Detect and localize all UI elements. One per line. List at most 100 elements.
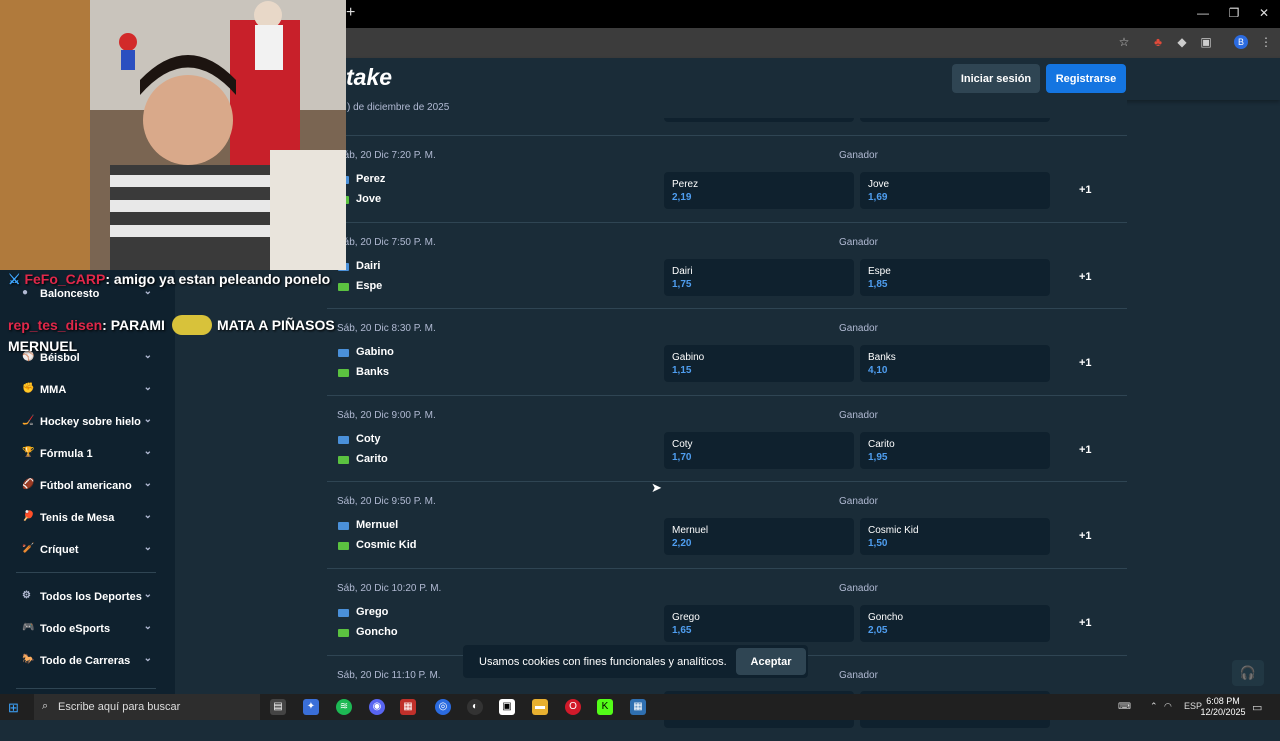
more-markets-button[interactable]: +1 [1079,271,1092,283]
team-name[interactable]: Goncho [356,626,398,638]
sidebar-item[interactable]: ✊ MMA ⌄ [16,381,156,399]
odds-selection: Mernuel [672,525,709,536]
windows-start-icon[interactable]: ⊞ [8,700,24,716]
more-markets-button[interactable]: +1 [1079,617,1092,629]
team-name[interactable]: Grego [356,606,388,618]
team-name[interactable]: Banks [356,366,389,378]
accept-cookies-button[interactable]: Aceptar [736,648,806,675]
sports-icon: ⚙ [22,590,31,601]
odds-button[interactable]: Grego 1,65 [664,605,854,642]
task-view-icon[interactable]: ▤ [270,699,286,715]
more-markets-button[interactable]: +1 [1079,357,1092,369]
tray-chevron-icon[interactable]: ⌃ [1150,701,1158,712]
restore-button[interactable]: ❐ [1224,6,1244,20]
more-markets-button[interactable]: +1 [1079,184,1092,196]
odds-button-partial[interactable] [664,118,854,122]
spotify-icon[interactable]: ≋ [336,699,352,715]
team-flag-icon [338,349,349,357]
webcam-image [0,0,346,270]
sidebar-item-label: MMA [40,384,67,396]
event-row[interactable]: Sáb, 20 Dic 9:50 P. M. Ganador Mernuel Cosm… [327,481,1127,567]
odds-button[interactable]: Cosmic Kid 1,50 [860,518,1050,555]
team-name[interactable]: Gabino [356,346,394,358]
odds-selection: Perez [672,179,699,190]
odds-button[interactable]: Coty 1,70 [664,432,854,469]
sidebar-item[interactable]: 🏏 Críquet ⌄ [16,541,156,559]
kick-icon[interactable]: K [597,699,613,715]
team-flag-icon [338,542,349,550]
team-name[interactable]: Cosmic Kid [356,539,417,551]
notification-icon[interactable]: ▭ [1252,701,1262,714]
odds-button[interactable]: Banks 4,10 [860,345,1050,382]
team-name[interactable]: Carito [356,453,388,465]
chevron-down-icon: ⌄ [143,414,152,425]
login-button[interactable]: Iniciar sesión [952,64,1040,93]
team-name[interactable]: Jove [356,193,381,205]
team-name[interactable]: Coty [356,433,380,445]
football-icon: 🏈 [22,479,35,490]
menu-icon[interactable]: ⋮ [1259,35,1273,49]
wifi-icon[interactable]: ◠ [1164,701,1172,712]
odds-button[interactable]: Goncho 2,05 [860,605,1050,642]
odds-value: 4,10 [868,365,888,376]
site-logo[interactable]: take [346,64,392,91]
bookmark-star-icon[interactable]: ☆ [1117,35,1131,49]
discord-icon[interactable]: ◉ [369,699,385,715]
file-explorer-icon[interactable]: ▬ [532,699,548,715]
team-name[interactable]: Espe [356,280,382,292]
odds-button[interactable]: Espe 1,85 [860,259,1050,296]
more-markets-button[interactable]: +1 [1079,444,1092,456]
team-name[interactable]: Dairi [356,260,380,272]
keyboard-icon[interactable]: ⌨ [1118,701,1131,712]
odds-button-partial[interactable] [860,118,1050,122]
support-chat-icon[interactable]: 🎧 [1232,660,1264,686]
obs-icon[interactable]: ◐ [467,699,483,715]
market-label: Ganador [839,150,878,161]
opera-icon[interactable]: O [565,699,581,715]
team-name[interactable]: Perez [356,173,385,185]
odds-selection: Coty [672,439,693,450]
market-label: Ganador [839,670,878,681]
puzzle-icon[interactable]: ▣ [1199,35,1213,49]
odds-button[interactable]: Jove 1,69 [860,172,1050,209]
sidebar-item[interactable]: 🐎 Todo de Carreras ⌄ [16,652,156,670]
app-icon[interactable]: ▣ [499,699,515,715]
chevron-down-icon: ⌄ [143,510,152,521]
profile-avatar[interactable]: B [1234,35,1248,49]
close-window-button[interactable]: ✕ [1254,6,1274,20]
sidebar-item-label: Hockey sobre hielo [40,416,141,428]
taskbar-search[interactable]: ⌕ Escribe aquí para buscar [34,694,260,720]
extension-icon[interactable]: ♣ [1151,35,1165,49]
minimize-button[interactable]: — [1193,6,1213,20]
new-tab-button[interactable]: + [346,4,360,22]
event-time: Sáb, 20 Dic 8:30 P. M. [337,323,436,334]
team-name[interactable]: Mernuel [356,519,398,531]
app-icon[interactable]: ▦ [400,699,416,715]
odds-button[interactable]: Dairi 1,75 [664,259,854,296]
sidebar-item[interactable]: 🏒 Hockey sobre hielo ⌄ [16,413,156,431]
extension-icon[interactable]: ◆ [1175,35,1189,49]
event-row[interactable]: Sáb, 20 Dic 7:20 P. M. Ganador Perez Jove Pe… [327,135,1127,221]
chrome-icon[interactable]: ◎ [435,699,451,715]
event-row[interactable]: Sáb, 20 Dic 10:20 P. M. Ganador Grego Gonch… [327,568,1127,654]
sidebar-item[interactable]: 🏓 Tenis de Mesa ⌄ [16,509,156,527]
taskbar-clock[interactable]: 6:08 PM 12/20/2025 [1200,696,1246,718]
calculator-icon[interactable]: ▦ [630,699,646,715]
copilot-icon[interactable]: ✦ [303,699,319,715]
odds-value: 2,20 [672,538,692,549]
event-time: Sáb, 20 Dic 9:50 P. M. [337,496,436,507]
event-row[interactable]: Sáb, 20 Dic 9:00 P. M. Ganador Coty Carito C… [327,395,1127,481]
odds-button[interactable]: Perez 2,19 [664,172,854,209]
sidebar-item[interactable]: 🏈 Fútbol americano ⌄ [16,477,156,495]
odds-button[interactable]: Carito 1,95 [860,432,1050,469]
odds-button[interactable]: Mernuel 2,20 [664,518,854,555]
event-row[interactable]: Sáb, 20 Dic 8:30 P. M. Ganador Gabino Banks… [327,308,1127,394]
event-row[interactable]: Sáb, 20 Dic 7:50 P. M. Ganador Dairi Espe Da… [327,222,1127,308]
sidebar-item[interactable]: 🎮 Todo eSports ⌄ [16,620,156,638]
chevron-down-icon: ⌄ [143,621,152,632]
sidebar-item[interactable]: ⚙ Todos los Deportes ⌄ [16,588,156,606]
register-button[interactable]: Registrarse [1046,64,1126,93]
more-markets-button[interactable]: +1 [1079,530,1092,542]
odds-button[interactable]: Gabino 1,15 [664,345,854,382]
sidebar-item[interactable]: 🏆 Fórmula 1 ⌄ [16,445,156,463]
